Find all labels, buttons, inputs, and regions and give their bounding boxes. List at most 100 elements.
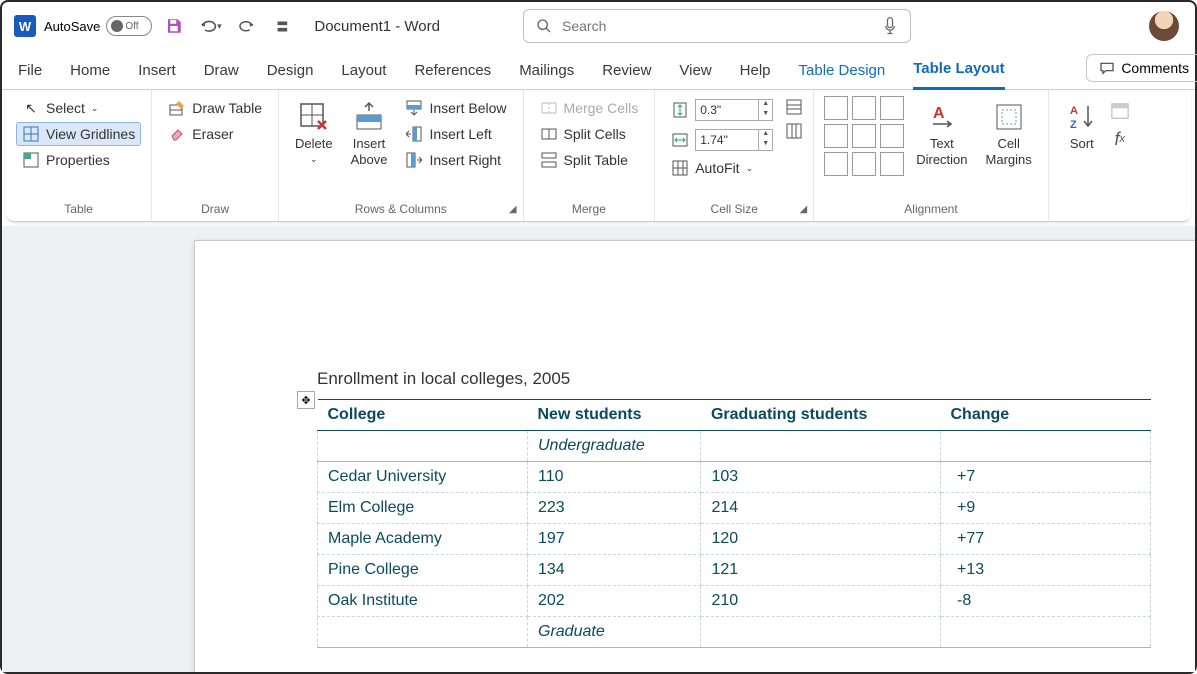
table-row[interactable]: Pine College134121+13 — [318, 555, 1151, 586]
user-avatar[interactable] — [1149, 11, 1179, 41]
insert-below-label: Insert Below — [429, 100, 506, 116]
insert-left-button[interactable]: Insert Left — [399, 122, 512, 146]
table-row[interactable]: Elm College223214+9 — [318, 493, 1151, 524]
grid-icon — [22, 125, 40, 143]
table-row[interactable]: Cedar University110103+7 — [318, 462, 1151, 493]
delete-label: Delete — [295, 136, 333, 152]
autosave-toggle[interactable]: AutoSave Off — [44, 16, 152, 36]
split-table-button[interactable]: Split Table — [534, 148, 645, 172]
table-move-handle[interactable]: ✥ — [297, 391, 315, 409]
header-new[interactable]: New students — [528, 400, 701, 431]
align-middle-right[interactable] — [880, 124, 904, 148]
ribbon-tabs: File Home Insert Draw Design Layout Refe… — [2, 50, 1195, 90]
word-app-icon: W — [14, 15, 36, 37]
text-direction-button[interactable]: AText Direction — [910, 96, 973, 171]
tab-review[interactable]: Review — [602, 62, 651, 89]
align-bottom-center[interactable] — [852, 152, 876, 176]
search-input[interactable] — [562, 18, 872, 34]
enrollment-table[interactable]: College New students Graduating students… — [317, 399, 1151, 648]
tab-help[interactable]: Help — [740, 62, 771, 89]
tab-file[interactable]: File — [18, 62, 42, 89]
tab-draw[interactable]: Draw — [204, 62, 239, 89]
autofit-icon — [671, 159, 689, 177]
search-box[interactable] — [523, 9, 911, 43]
formula-icon[interactable]: fx — [1111, 130, 1129, 148]
height-spinner[interactable]: ▲▼ — [759, 99, 773, 121]
tab-insert[interactable]: Insert — [138, 62, 176, 89]
height-icon — [671, 101, 689, 119]
align-middle-center[interactable] — [852, 124, 876, 148]
align-top-left[interactable] — [824, 96, 848, 120]
table-subheader[interactable]: Graduate — [318, 617, 1151, 648]
row-height-field[interactable]: 0.3"▲▼ — [665, 96, 779, 124]
draw-table-label: Draw Table — [192, 100, 262, 116]
insert-below-button[interactable]: Insert Below — [399, 96, 512, 120]
properties-button[interactable]: Properties — [16, 148, 141, 172]
insert-above-button[interactable]: Insert Above — [345, 96, 394, 171]
height-input[interactable]: 0.3" — [695, 99, 759, 121]
comment-icon — [1099, 61, 1115, 75]
draw-table-button[interactable]: Draw Table — [162, 96, 268, 120]
split-cells-button[interactable]: Split Cells — [534, 122, 645, 146]
microphone-icon[interactable] — [882, 16, 898, 36]
undo-button[interactable]: ▾ — [196, 12, 224, 40]
select-button[interactable]: ↖Select ⌄ — [16, 96, 141, 120]
col-width-field[interactable]: 1.74"▲▼ — [665, 126, 779, 154]
document-content[interactable]: Enrollment in local colleges, 2005 Colle… — [195, 241, 1195, 648]
view-gridlines-button[interactable]: View Gridlines — [16, 122, 141, 146]
redo-button[interactable] — [232, 12, 260, 40]
autofit-label: AutoFit — [695, 160, 739, 176]
tab-references[interactable]: References — [414, 62, 491, 89]
document-title: Document1 - Word — [314, 18, 440, 35]
header-grad[interactable]: Graduating students — [701, 400, 941, 431]
header-change[interactable]: Change — [941, 400, 1151, 431]
delete-table-icon — [297, 100, 331, 134]
tab-table-layout[interactable]: Table Layout — [913, 60, 1004, 90]
insert-right-icon — [405, 151, 423, 169]
group-cell-size: 0.3"▲▼ 1.74"▲▼ AutoFit ⌄ Cell Size◢ — [655, 90, 814, 221]
table-row[interactable]: Maple Academy197120+77 — [318, 524, 1151, 555]
cell-margins-button[interactable]: Cell Margins — [980, 96, 1038, 171]
align-bottom-left[interactable] — [824, 152, 848, 176]
delete-button[interactable]: Delete⌄ — [289, 96, 339, 168]
search-icon — [536, 18, 552, 34]
tab-view[interactable]: View — [679, 62, 711, 89]
sort-button[interactable]: AZSort — [1059, 96, 1105, 156]
tab-table-design[interactable]: Table Design — [799, 62, 886, 89]
repeat-header-icon[interactable] — [1111, 102, 1129, 120]
align-bottom-right[interactable] — [880, 152, 904, 176]
tab-design[interactable]: Design — [267, 62, 314, 89]
autofit-button[interactable]: AutoFit ⌄ — [665, 156, 779, 180]
table-row[interactable]: Oak Institute202210 -8 — [318, 586, 1151, 617]
width-input[interactable]: 1.74" — [695, 129, 759, 151]
split-cells-label: Split Cells — [564, 126, 626, 142]
distribute-rows-button[interactable] — [785, 98, 803, 116]
table-subheader[interactable]: Undergraduate — [318, 431, 1151, 462]
align-middle-left[interactable] — [824, 124, 848, 148]
align-top-center[interactable] — [852, 96, 876, 120]
merge-cells-label: Merge Cells — [564, 100, 639, 116]
dialog-launcher-icon[interactable]: ◢ — [509, 204, 517, 215]
split-cells-icon — [540, 125, 558, 143]
toggle-switch[interactable]: Off — [106, 16, 152, 36]
comments-button[interactable]: Comments — [1086, 54, 1197, 82]
save-button[interactable] — [160, 12, 188, 40]
tab-layout[interactable]: Layout — [341, 62, 386, 89]
sort-icon: AZ — [1065, 100, 1099, 134]
align-top-right[interactable] — [880, 96, 904, 120]
group-table-label: Table — [16, 200, 141, 219]
header-college[interactable]: College — [318, 400, 528, 431]
group-table: ↖Select ⌄ View Gridlines Properties Tabl… — [6, 90, 152, 221]
eraser-button[interactable]: Eraser — [162, 122, 268, 146]
distribute-cols-button[interactable] — [785, 122, 803, 140]
toggle-knob — [111, 20, 123, 32]
width-spinner[interactable]: ▲▼ — [759, 129, 773, 151]
group-draw-label: Draw — [162, 200, 268, 219]
group-draw: Draw Table Eraser Draw — [152, 90, 279, 221]
tab-mailings[interactable]: Mailings — [519, 62, 574, 89]
dialog-launcher-icon[interactable]: ◢ — [800, 204, 808, 215]
tab-home[interactable]: Home — [70, 62, 110, 89]
table-caption[interactable]: Enrollment in local colleges, 2005 — [317, 369, 1195, 389]
customize-qat-button[interactable]: 〓 — [268, 12, 296, 40]
insert-right-button[interactable]: Insert Right — [399, 148, 512, 172]
